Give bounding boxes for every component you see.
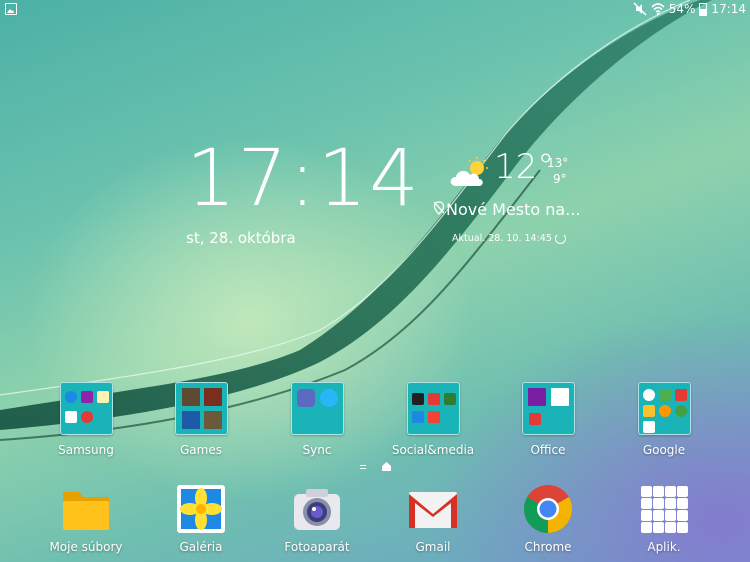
- folder-label: Google: [642, 443, 686, 457]
- status-bar[interactable]: 54% 17:14: [0, 0, 750, 20]
- folder-office[interactable]: Office: [498, 382, 598, 462]
- app-icon: [551, 388, 569, 406]
- folder-label: Sync: [302, 443, 332, 457]
- dock-label: Gmail: [415, 540, 451, 554]
- music-icon: [659, 405, 671, 417]
- youtube-icon: [675, 389, 687, 401]
- refresh-icon[interactable]: [554, 233, 566, 244]
- video-icon: [81, 391, 93, 403]
- folder-label: Samsung: [58, 443, 114, 457]
- drive-icon: [643, 405, 655, 417]
- folder-label: Office: [530, 443, 566, 457]
- folder-sync[interactable]: Sync: [267, 382, 367, 462]
- page-indicator-menu-icon[interactable]: [360, 465, 366, 469]
- folder-icon: [60, 382, 113, 435]
- clock-time[interactable]: 17:14: [186, 140, 421, 218]
- google-icon: [643, 389, 655, 401]
- folder-icon: [407, 382, 460, 435]
- folder-icon: [175, 382, 228, 435]
- dock-label: Galéria: [179, 540, 223, 554]
- folder-samsung[interactable]: Samsung: [36, 382, 136, 462]
- folder-icon: [522, 382, 575, 435]
- apps-grid-icon: [641, 486, 688, 533]
- dock-label: Aplik.: [647, 540, 681, 554]
- music-icon: [65, 391, 77, 403]
- my-files-icon: [63, 492, 109, 530]
- sync-app-icon: [297, 389, 315, 407]
- memo-icon: [97, 391, 109, 403]
- weather-location[interactable]: Nové Mesto na...: [446, 200, 581, 219]
- gallery-icon: [177, 485, 225, 533]
- dock-my-files[interactable]: Moje súbory: [36, 484, 136, 562]
- clock-date[interactable]: st, 28. októbra: [186, 229, 296, 247]
- health-icon: [81, 411, 93, 423]
- dock-gmail[interactable]: Gmail: [383, 484, 483, 562]
- dock-label: Moje súbory: [49, 540, 123, 554]
- game-icon: [182, 388, 200, 406]
- onenote-icon: [528, 388, 546, 406]
- dock-label: Fotoaparát: [284, 540, 350, 554]
- dock-apps[interactable]: Aplik.: [614, 484, 714, 562]
- folder-label: Social&media: [391, 443, 475, 457]
- gallery-notification-icon: [5, 3, 17, 15]
- location-off-icon: [433, 201, 445, 215]
- mute-icon: [633, 2, 647, 16]
- weather-high: 13°: [547, 156, 569, 170]
- wifi-icon: [651, 3, 665, 16]
- battery-icon: [699, 2, 708, 16]
- folder-icon: [638, 382, 691, 435]
- folder-google[interactable]: Google: [614, 382, 714, 462]
- hangouts-icon: [675, 405, 687, 417]
- game-icon: [204, 388, 222, 406]
- youtube-icon: [428, 393, 440, 405]
- app-icon: [412, 411, 424, 423]
- gmail-icon: [409, 492, 457, 528]
- game-icon: [204, 411, 222, 429]
- partly-cloudy-icon: [450, 157, 488, 186]
- dock-camera[interactable]: Fotoaparát: [267, 484, 367, 562]
- play-store-icon: [643, 421, 655, 433]
- chrome-icon: [523, 485, 573, 534]
- folder-icon: [291, 382, 344, 435]
- folder-label: Games: [180, 443, 222, 457]
- dock-chrome[interactable]: Chrome: [498, 484, 598, 562]
- camera-icon: [294, 489, 340, 530]
- game-icon: [182, 411, 200, 429]
- weather-low: 9°: [553, 172, 567, 186]
- calendar-icon: [65, 411, 77, 423]
- status-time: 17:14: [711, 2, 746, 16]
- folder-social-media[interactable]: Social&media: [383, 382, 483, 462]
- dock-gallery[interactable]: Galéria: [151, 484, 251, 562]
- app-icon: [412, 393, 424, 405]
- maps-icon: [659, 389, 671, 401]
- weather-temperature[interactable]: 12°: [494, 150, 554, 184]
- app-icon: [444, 393, 456, 405]
- wallpaper-wave: [0, 0, 712, 441]
- folder-games[interactable]: Games: [151, 382, 251, 462]
- flipboard-icon: [428, 411, 440, 423]
- weather-updated: Aktual. 28. 10. 14:45: [452, 233, 552, 244]
- sync-app-icon: [320, 389, 338, 407]
- app-icon: [529, 413, 541, 425]
- battery-percent: 54%: [668, 2, 696, 16]
- dock-label: Chrome: [524, 540, 572, 554]
